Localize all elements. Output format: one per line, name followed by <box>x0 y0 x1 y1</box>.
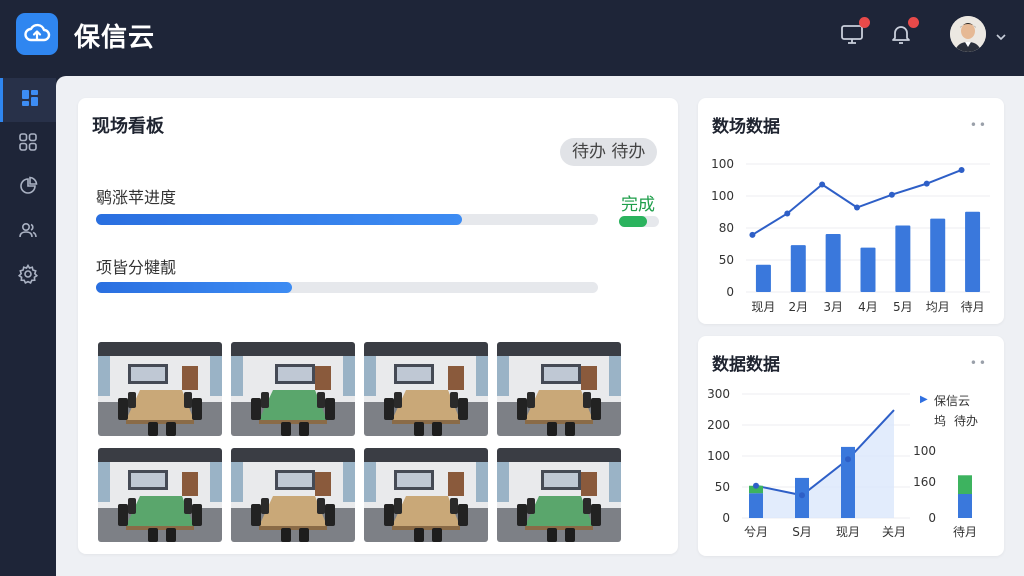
sidebar-item-dashboard[interactable] <box>0 78 56 122</box>
y-tick-label: 100 <box>913 444 936 458</box>
apps-grid-icon <box>18 132 38 156</box>
bar <box>825 233 841 292</box>
y-tick-label: 100 <box>707 449 730 463</box>
x-tick-label: 现月 <box>836 525 860 539</box>
x-tick-label: 待月 <box>961 300 985 314</box>
y-tick-label: 50 <box>715 480 730 494</box>
line-point <box>784 210 791 217</box>
top-bar: 保信云 <box>0 0 1024 76</box>
x-tick-label: 兮月 <box>744 525 768 539</box>
x-tick-label: 现月 <box>751 300 775 314</box>
pie-chart-icon <box>18 176 38 200</box>
sidebar <box>0 76 56 576</box>
line-point <box>888 191 895 198</box>
sidebar-item-apps[interactable] <box>0 122 56 166</box>
line-point <box>923 180 930 187</box>
line-point <box>854 204 860 211</box>
y-tick-label: 50 <box>719 253 734 267</box>
bar <box>749 493 763 518</box>
cloud-upload-icon[interactable] <box>16 13 58 55</box>
x-tick-label: 待月 <box>953 525 977 539</box>
meeting-room-photo[interactable] <box>364 448 488 542</box>
y-tick-label: 0 <box>722 511 730 525</box>
series-line <box>751 169 962 236</box>
sidebar-item-users[interactable] <box>0 210 56 254</box>
y-tick-label: 300 <box>707 387 730 401</box>
meeting-room-photo[interactable] <box>497 342 621 436</box>
meeting-room-photo[interactable] <box>98 342 222 436</box>
legend-item: 待办 <box>954 414 979 428</box>
avatar[interactable] <box>950 16 986 52</box>
x-tick-label: 3月 <box>823 300 843 314</box>
legend-marker-icon: ▶ <box>920 394 928 405</box>
legend-item: 坞 <box>934 414 947 428</box>
progress-track <box>96 214 598 225</box>
legend-item: 保信云 <box>934 394 971 408</box>
meeting-room-photo[interactable] <box>231 448 355 542</box>
meeting-room-photo[interactable] <box>364 342 488 436</box>
stats-card-2: 数据数据 •• 0 50 100 200 300 兮月 S月 现月 关月 100 160 0 待月 ▶ … <box>698 336 1004 556</box>
line-point <box>799 492 805 499</box>
done-progress-fill <box>619 216 647 227</box>
line-point <box>845 456 851 463</box>
progress-label: 项皆分犍靓 <box>96 258 177 277</box>
bar <box>790 245 806 292</box>
dashboard-icon <box>20 88 40 112</box>
bar <box>755 264 771 292</box>
area-fill <box>756 410 894 518</box>
y-tick-label: 0 <box>928 511 936 525</box>
x-tick-label: 2月 <box>788 300 808 314</box>
progress-track <box>96 282 598 293</box>
gear-icon <box>17 263 39 288</box>
progress-label: 鹖涨苹进度 <box>96 188 177 207</box>
x-tick-label: 5月 <box>893 300 913 314</box>
line-point <box>753 482 759 489</box>
bar <box>860 247 876 292</box>
meeting-room-photo[interactable] <box>231 342 355 436</box>
main-area: 现场看板 待办 待办 鹖涨苹进度 完成 项皆分犍靓 数场数据 •• 0 50 80 1… <box>56 76 1024 576</box>
bar <box>930 218 946 292</box>
site-board-card: 现场看板 待办 待办 鹖涨苹进度 完成 项皆分犍靓 <box>78 98 678 554</box>
x-tick-label: S月 <box>792 525 812 539</box>
stats-card-1: 数场数据 •• 0 50 80 100 100 现月 2月 3月 4月 5月 均月 待月 <box>698 98 1004 324</box>
area-bar-chart: 0 50 100 200 300 兮月 S月 现月 关月 100 160 0 待月 <box>707 387 977 539</box>
y-tick-label: 100 <box>711 157 734 171</box>
meeting-room-photo[interactable] <box>98 448 222 542</box>
chevron-down-icon[interactable] <box>995 28 1007 41</box>
done-label: 完成 <box>621 195 655 215</box>
notification-dot <box>859 17 870 28</box>
x-tick-label: 关月 <box>882 525 906 539</box>
line-point <box>819 181 826 188</box>
status-badge[interactable]: 待办 待办 <box>560 138 658 166</box>
bell-icon[interactable] <box>889 17 919 46</box>
bar <box>965 211 981 292</box>
bar-segment <box>958 475 972 494</box>
y-tick-label: 100 <box>711 189 734 203</box>
monitor-icon[interactable] <box>840 17 870 46</box>
progress-fill <box>96 282 292 293</box>
sidebar-item-charts[interactable] <box>0 166 56 210</box>
users-icon <box>18 220 38 244</box>
x-tick-label: 均月 <box>926 300 950 314</box>
sidebar-item-settings[interactable] <box>0 254 56 298</box>
line-point <box>749 231 756 238</box>
bar <box>958 494 972 518</box>
notification-dot <box>908 17 919 28</box>
progress-fill <box>96 214 463 225</box>
x-tick-label: 4月 <box>858 300 878 314</box>
meeting-room-photo[interactable] <box>497 448 621 542</box>
bar-line-chart: 0 50 80 100 100 现月 2月 3月 4月 5月 均月 待月 <box>711 157 990 314</box>
y-tick-label: 0 <box>726 285 734 299</box>
app-title: 保信云 <box>74 23 156 53</box>
done-progress-track <box>619 216 659 227</box>
card-title: 现场看板 <box>92 116 164 137</box>
bar <box>895 225 911 292</box>
y-tick-label: 80 <box>719 221 734 235</box>
y-tick-label: 160 <box>913 475 936 489</box>
line-point <box>958 166 965 173</box>
y-tick-label: 200 <box>707 418 730 432</box>
